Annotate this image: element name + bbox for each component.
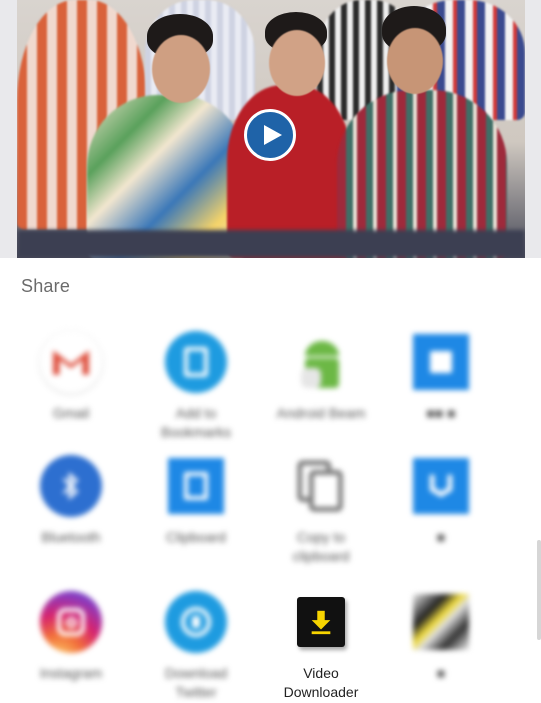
share-target-blurred-3[interactable]: ■ <box>373 590 509 703</box>
play-icon <box>264 125 282 145</box>
share-target-gmail[interactable]: Gmail <box>3 330 139 454</box>
app-label: ■ <box>436 665 446 681</box>
android-icon <box>289 330 353 394</box>
app-label: ■ <box>436 529 446 545</box>
app-label: ■■ ■ <box>426 405 456 421</box>
app-label: Android Beam <box>276 405 366 421</box>
share-target-blurred-1[interactable]: ■■ ■ <box>373 330 509 454</box>
app-label: Video Downloader <box>283 665 359 700</box>
video-preview[interactable] <box>0 0 541 258</box>
app-label: Clipboard <box>166 529 226 545</box>
app-icon <box>409 590 473 654</box>
download-twitter-icon <box>164 590 228 654</box>
app-icon <box>409 454 473 518</box>
app-label: Gmail <box>52 405 90 421</box>
head-left <box>152 35 210 103</box>
video-downloader-icon <box>289 590 353 654</box>
share-target-download-twitter[interactable]: Download Twitter <box>128 590 264 703</box>
app-label: Copy to clipboard <box>292 529 350 564</box>
share-target-video-downloader[interactable]: Video Downloader <box>253 590 389 703</box>
clipboard-icon <box>164 454 228 518</box>
head-right <box>387 28 443 94</box>
app-label: Download Twitter <box>164 665 228 700</box>
gmail-icon <box>39 330 103 394</box>
share-target-android-beam[interactable]: Android Beam <box>253 330 389 454</box>
app-label: Add to Bookmarks <box>160 405 232 440</box>
share-sheet: Share Gmail Add to Bookmarks Android Bea… <box>0 258 541 703</box>
share-target-add-to-bookmarks[interactable]: Add to Bookmarks <box>128 330 264 454</box>
app-icon <box>409 330 473 394</box>
share-target-bluetooth[interactable]: Bluetooth <box>3 454 139 578</box>
app-label: Instagram <box>39 665 103 681</box>
app-label: Bluetooth <box>41 529 101 545</box>
share-target-instagram[interactable]: Instagram <box>3 590 139 703</box>
share-target-copy-to-clipboard[interactable]: Copy to clipboard <box>253 454 389 578</box>
instagram-icon <box>39 590 103 654</box>
share-target-clipboard[interactable]: Clipboard <box>128 454 264 578</box>
share-title: Share <box>21 276 71 296</box>
head-center <box>269 30 325 96</box>
copy-icon <box>289 454 353 518</box>
floor-shadow <box>17 230 525 258</box>
play-button[interactable] <box>244 109 296 161</box>
scroll-edge-indicator <box>537 540 541 640</box>
share-target-blurred-2[interactable]: ■ <box>373 454 509 578</box>
bluetooth-icon <box>39 454 103 518</box>
bookmark-icon <box>164 330 228 394</box>
